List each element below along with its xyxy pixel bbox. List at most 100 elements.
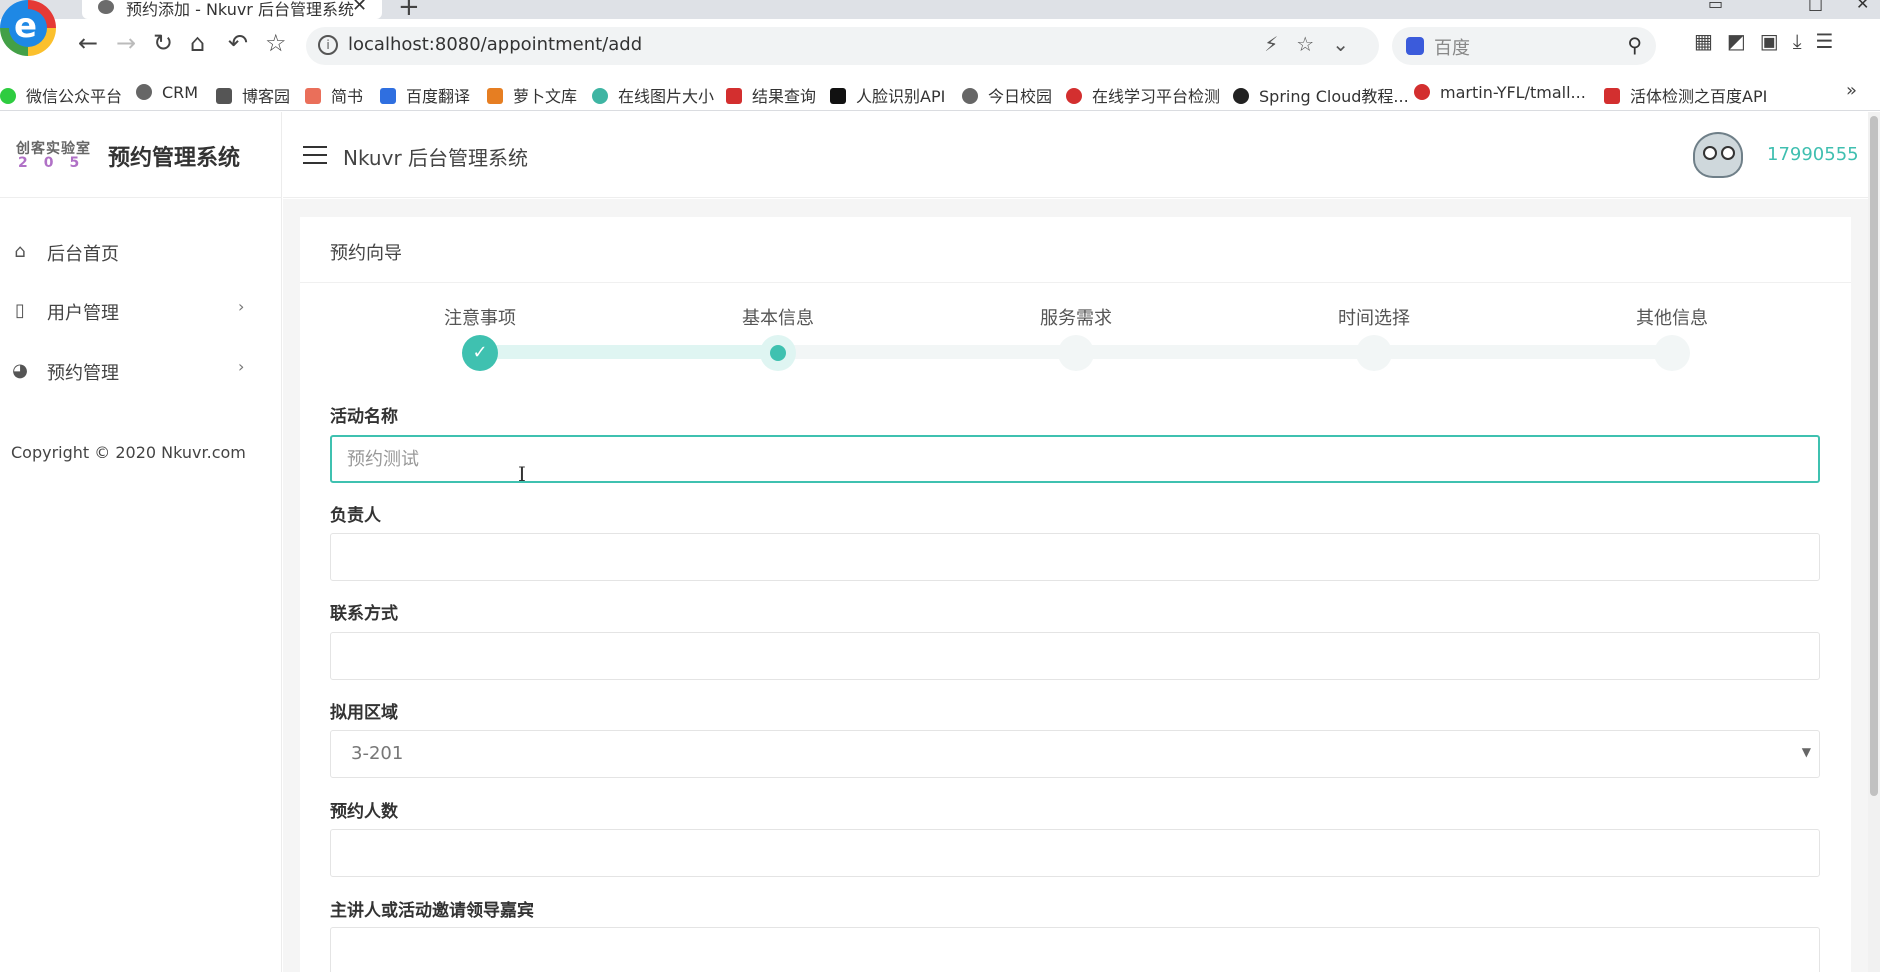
info-icon[interactable]: i [318,35,338,55]
bookmark-item[interactable]: 微信公众平台 [0,83,122,107]
sidebar-item-label: 预约管理 [47,363,119,384]
sidebar: 创客实验室 205 预约管理系统 ⌂ 后台首页 ▯ 用户管理 › ◕ 预约管理 … [0,112,282,972]
step-progress-done [480,345,778,359]
owner-input[interactable] [330,533,1820,581]
copyright: Copyright © 2020 Nkuvr.com [11,443,246,462]
step-done-check-icon[interactable]: ✓ [462,335,498,371]
toolbar-extension-icons[interactable]: ▦◩▣⤓☰ [1694,29,1847,53]
browser-logo-icon: e [0,0,56,56]
step-label[interactable]: 注意事项 [410,304,550,330]
sidebar-item-label: 用户管理 [47,303,119,324]
reload-icon[interactable]: ↻ [153,29,173,57]
bookmark-icon [487,88,503,104]
bookmark-item[interactable]: Spring Cloud教程... [1233,83,1409,107]
home-icon: ⌂ [14,241,26,262]
sidebar-item-home[interactable]: ⌂ 后台首页 [0,223,282,281]
chevron-right-icon: › [238,357,245,376]
step-dot[interactable] [1654,335,1690,371]
forward-icon[interactable]: → [116,29,136,57]
bookmark-item[interactable]: 今日校园 [962,83,1052,107]
bookmark-item[interactable]: 萝卜文库 [487,83,577,107]
bookmarks-more-icon[interactable]: » [1846,80,1857,101]
bookmark-item[interactable]: 人脸识别API [830,83,945,107]
contact-input[interactable] [330,632,1820,680]
bookmark-item[interactable]: 结果查询 [726,83,816,107]
bookmark-item[interactable]: 博客园 [216,83,290,107]
people-count-label: 预约人数 [330,802,398,822]
bookmark-icon [1233,88,1249,104]
search-placeholder[interactable]: 百度 [1434,34,1470,60]
window-maximize-icon[interactable]: □ [1808,0,1823,13]
bookmark-item[interactable]: 活体检测之百度API [1604,83,1767,107]
undo-icon[interactable]: ↶ [228,29,248,57]
bookmark-icon [1066,88,1082,104]
file-icon: ▯ [15,300,25,321]
sidebar-item-users[interactable]: ▯ 用户管理 › [0,282,282,340]
step-dot[interactable] [1058,335,1094,371]
step-dot[interactable] [1356,335,1392,371]
browser-tab-strip: 预约添加 - Nkuvr 后台管理系统 ✕ + ▭ □ ✕ [0,0,1880,22]
url-field[interactable]: i localhost:8080/appointment/add ⚡☆⌄ [306,27,1379,65]
activity-name-input[interactable] [330,435,1820,483]
step-progress-pending [778,345,1672,359]
menu-toggle-icon[interactable] [303,146,327,164]
people-count-input[interactable] [330,829,1820,877]
globe-icon [98,0,114,14]
star-icon[interactable]: ☆ [265,29,287,57]
bookmark-icon [136,84,152,100]
sidebar-item-appointments[interactable]: ◕ 预约管理 › [0,342,282,400]
main-content: 预约向导 注意事项 基本信息 服务需求 时间选择 其他信息 ✓ 活动名称 负责人… [283,199,1868,972]
guests-input[interactable] [330,927,1820,972]
search-field[interactable]: 百度 ⚲ [1392,27,1656,65]
bookmark-icon [305,88,321,104]
area-select-value: 3-201 [351,743,404,764]
area-label: 拟用区域 [330,703,398,723]
address-bar: ← → ↻ ⌂ ↶ ☆ i localhost:8080/appointment… [0,19,1880,74]
brand-name: 预约管理系统 [108,146,241,171]
tab-close-icon[interactable]: ✕ [352,0,367,16]
card-title: 预约向导 [330,243,402,264]
area-select[interactable]: 3-201 ▼ [330,730,1820,778]
bookmark-item[interactable]: 百度翻译 [380,83,470,107]
palette-icon: ◕ [12,360,28,381]
bookmark-icon [1414,84,1430,100]
bookmark-item[interactable]: 在线图片大小 [592,83,714,107]
brand-logo-number: 205 [18,155,96,171]
bookmark-icon [216,88,232,104]
bookmark-icon [726,88,742,104]
bookmark-icon [592,88,608,104]
bookmark-item[interactable]: 在线学习平台检测 [1066,83,1220,107]
bookmark-item[interactable]: martin-YFL/tmall... [1414,83,1586,102]
step-label[interactable]: 时间选择 [1304,304,1444,330]
chevron-down-icon: ▼ [1801,745,1811,759]
username[interactable]: 17990555 [1767,144,1859,165]
search-icon[interactable]: ⚲ [1627,33,1642,57]
url-text[interactable]: localhost:8080/appointment/add [348,34,642,55]
page-scrollbar[interactable] [1868,112,1880,972]
app-header: Nkuvr 后台管理系统 17990555 [283,112,1868,198]
step-label[interactable]: 服务需求 [1006,304,1146,330]
window-close-icon[interactable]: ✕ [1856,0,1869,13]
card-header: 预约向导 [300,217,1851,283]
bookmark-icon [1604,88,1620,104]
step-current-dot[interactable] [760,335,796,371]
scrollbar-thumb[interactable] [1870,116,1878,796]
app-title: Nkuvr 后台管理系统 [343,146,529,170]
bookmark-item[interactable]: CRM [136,83,198,102]
bookmark-icon [830,88,846,104]
bookmark-item[interactable]: 简书 [305,83,363,107]
step-label[interactable]: 其他信息 [1602,304,1742,330]
url-action-icons[interactable]: ⚡☆⌄ [1264,32,1367,56]
bookmarks-bar: 微信公众平台 CRM 博客园 简书 百度翻译 萝卜文库 在线图片大小 结果查询 … [0,74,1880,111]
baidu-icon [1406,37,1424,55]
browser-tab[interactable]: 预约添加 - Nkuvr 后台管理系统 ✕ [82,0,382,19]
home-icon[interactable]: ⌂ [190,29,205,57]
bookmark-icon [962,88,978,104]
avatar[interactable] [1693,132,1743,178]
window-restore-icon[interactable]: ▭ [1708,0,1723,13]
step-wizard: 注意事项 基本信息 服务需求 时间选择 其他信息 ✓ [300,283,1851,371]
brand[interactable]: 创客实验室 205 预约管理系统 [0,112,282,198]
step-label[interactable]: 基本信息 [708,304,848,330]
bookmark-icon [0,88,16,104]
back-icon[interactable]: ← [78,29,98,57]
